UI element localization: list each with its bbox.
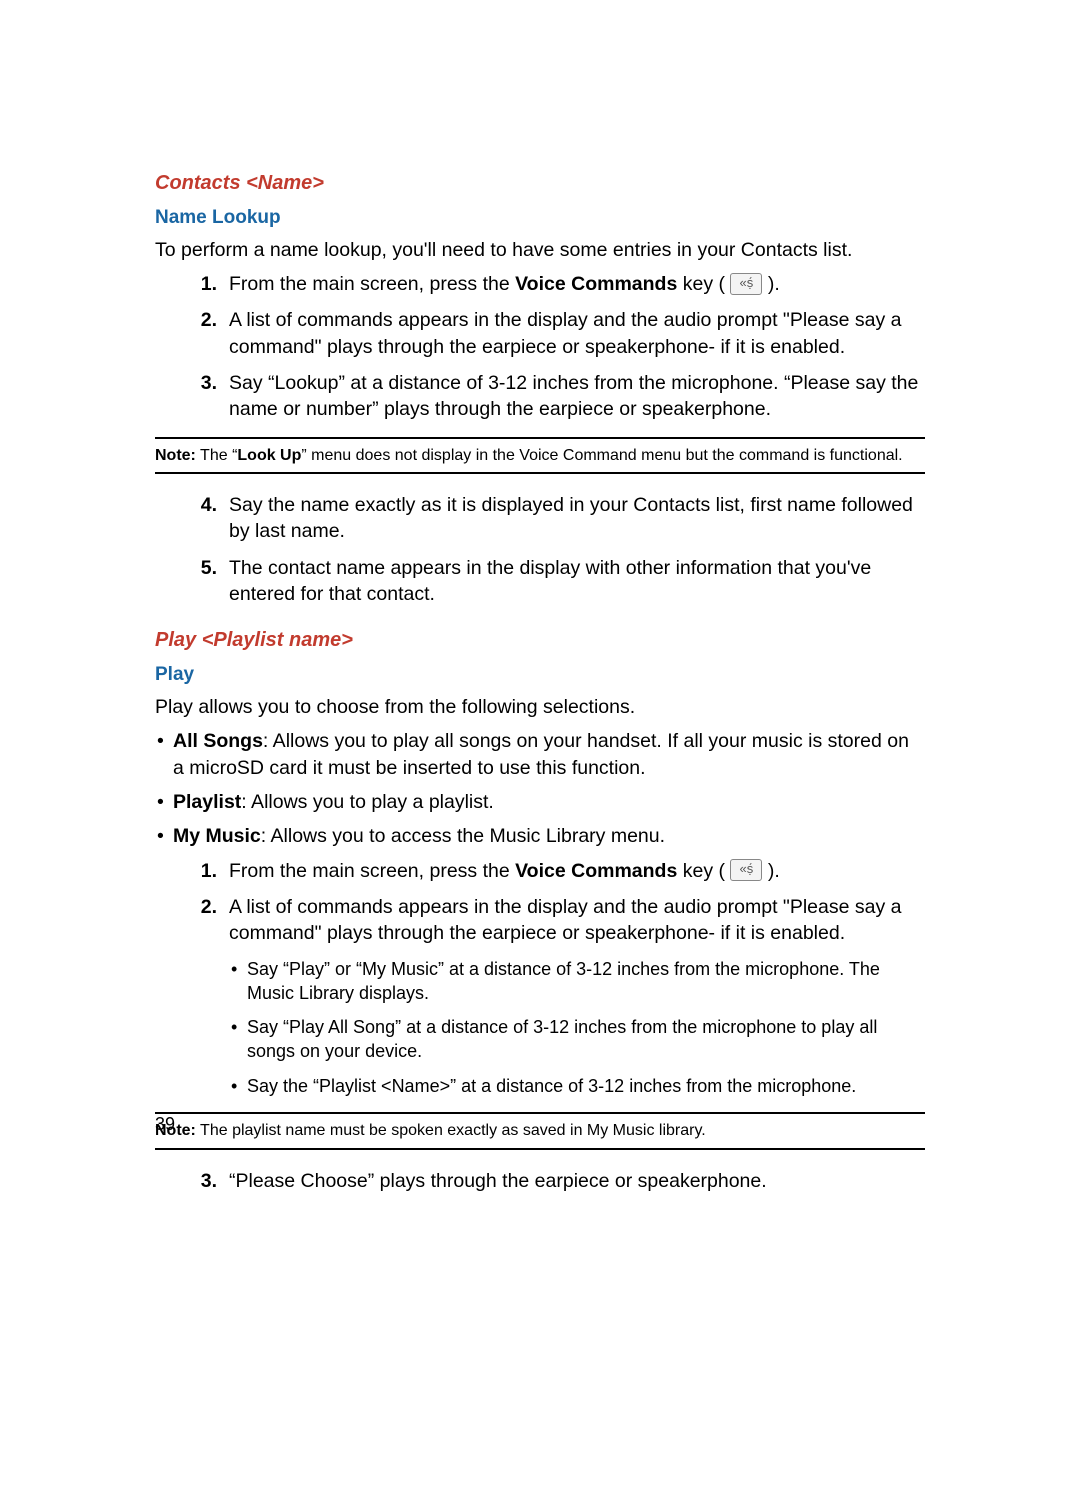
step-number: 5. <box>155 555 229 608</box>
options-bullets: All Songs: Allows you to play all songs … <box>155 728 925 849</box>
step-item: 4. Say the name exactly as it is display… <box>155 492 925 545</box>
bullet-bold: All Songs <box>173 730 263 752</box>
step-body: A list of commands appears in the displa… <box>229 894 925 947</box>
note-text: The playlist name must be spoken exactly… <box>196 1122 706 1139</box>
intro-text: Play allows you to choose from the follo… <box>155 694 925 720</box>
bullet-item: Playlist: Allows you to play a playlist. <box>155 789 925 815</box>
manual-page: Contacts <Name> Name Lookup To perform a… <box>0 0 1080 1492</box>
step-number: 2. <box>155 894 229 947</box>
text: ). <box>768 273 780 295</box>
intro-text: To perform a name lookup, you'll need to… <box>155 237 925 263</box>
voice-command-key-icon: «ṣ́ <box>730 273 762 295</box>
step-number: 3. <box>155 1168 229 1194</box>
text: From the main screen, press the <box>229 273 515 295</box>
step-item: 2. A list of commands appears in the dis… <box>155 307 925 360</box>
step-number: 4. <box>155 492 229 545</box>
text: key ( <box>677 860 725 882</box>
note-block: Note: The playlist name must be spoken e… <box>155 1112 925 1150</box>
bold-term: Voice Commands <box>515 860 677 882</box>
note-pre: The “ <box>196 447 238 464</box>
bullet-item: All Songs: Allows you to play all songs … <box>155 728 925 781</box>
steps-list-play-3: 3. “Please Choose” plays through the ear… <box>155 1168 925 1194</box>
step-body: Say “Lookup” at a distance of 3-12 inche… <box>229 370 925 423</box>
note-block: Note: The “Look Up” menu does not displa… <box>155 437 925 475</box>
note-label: Note: <box>155 447 196 464</box>
note-post: ” menu does not display in the Voice Com… <box>301 447 902 464</box>
text: ). <box>768 860 780 882</box>
bullet-text: : Allows you to access the Music Library… <box>261 825 665 847</box>
step-number: 1. <box>155 858 229 884</box>
sub-bullet-item: Say the “Playlist <Name>” at a distance … <box>229 1074 925 1098</box>
step-body: From the main screen, press the Voice Co… <box>229 271 925 297</box>
bullet-bold: My Music <box>173 825 261 847</box>
section-subheading-name-lookup: Name Lookup <box>155 205 925 231</box>
page-number: 39 <box>155 1112 175 1136</box>
bullet-text: : Allows you to play all songs on your h… <box>173 730 909 778</box>
step-item: 1. From the main screen, press the Voice… <box>155 858 925 884</box>
step-number: 1. <box>155 271 229 297</box>
step-body: “Please Choose” plays through the earpie… <box>229 1168 925 1194</box>
bullet-text: : Allows you to play a playlist. <box>241 791 494 813</box>
steps-list-b: 4. Say the name exactly as it is display… <box>155 492 925 607</box>
voice-command-key-icon: «ṣ́ <box>730 859 762 881</box>
steps-list-play: 1. From the main screen, press the Voice… <box>155 858 925 947</box>
sub-options-bullets: Say “Play” or “My Music” at a distance o… <box>229 957 925 1098</box>
section-heading-contacts: Contacts <Name> <box>155 170 925 197</box>
section-heading-play: Play <Playlist name> <box>155 627 925 654</box>
bullet-bold: Playlist <box>173 791 241 813</box>
sub-bullet-item: Say “Play” or “My Music” at a distance o… <box>229 957 925 1006</box>
bullet-item: My Music: Allows you to access the Music… <box>155 823 925 849</box>
step-body: The contact name appears in the display … <box>229 555 925 608</box>
step-item: 1. From the main screen, press the Voice… <box>155 271 925 297</box>
section-subheading-play: Play <box>155 662 925 688</box>
bold-term: Voice Commands <box>515 273 677 295</box>
step-body: A list of commands appears in the displa… <box>229 307 925 360</box>
text: key ( <box>677 273 725 295</box>
step-number: 3. <box>155 370 229 423</box>
step-item: 3. Say “Lookup” at a distance of 3-12 in… <box>155 370 925 423</box>
steps-list-a: 1. From the main screen, press the Voice… <box>155 271 925 423</box>
step-number: 2. <box>155 307 229 360</box>
text: From the main screen, press the <box>229 860 515 882</box>
step-item: 3. “Please Choose” plays through the ear… <box>155 1168 925 1194</box>
step-body: From the main screen, press the Voice Co… <box>229 858 925 884</box>
sub-bullet-item: Say “Play All Song” at a distance of 3-1… <box>229 1015 925 1064</box>
step-body: Say the name exactly as it is displayed … <box>229 492 925 545</box>
step-item: 2. A list of commands appears in the dis… <box>155 894 925 947</box>
note-bold: Look Up <box>237 447 301 464</box>
step-item: 5. The contact name appears in the displ… <box>155 555 925 608</box>
